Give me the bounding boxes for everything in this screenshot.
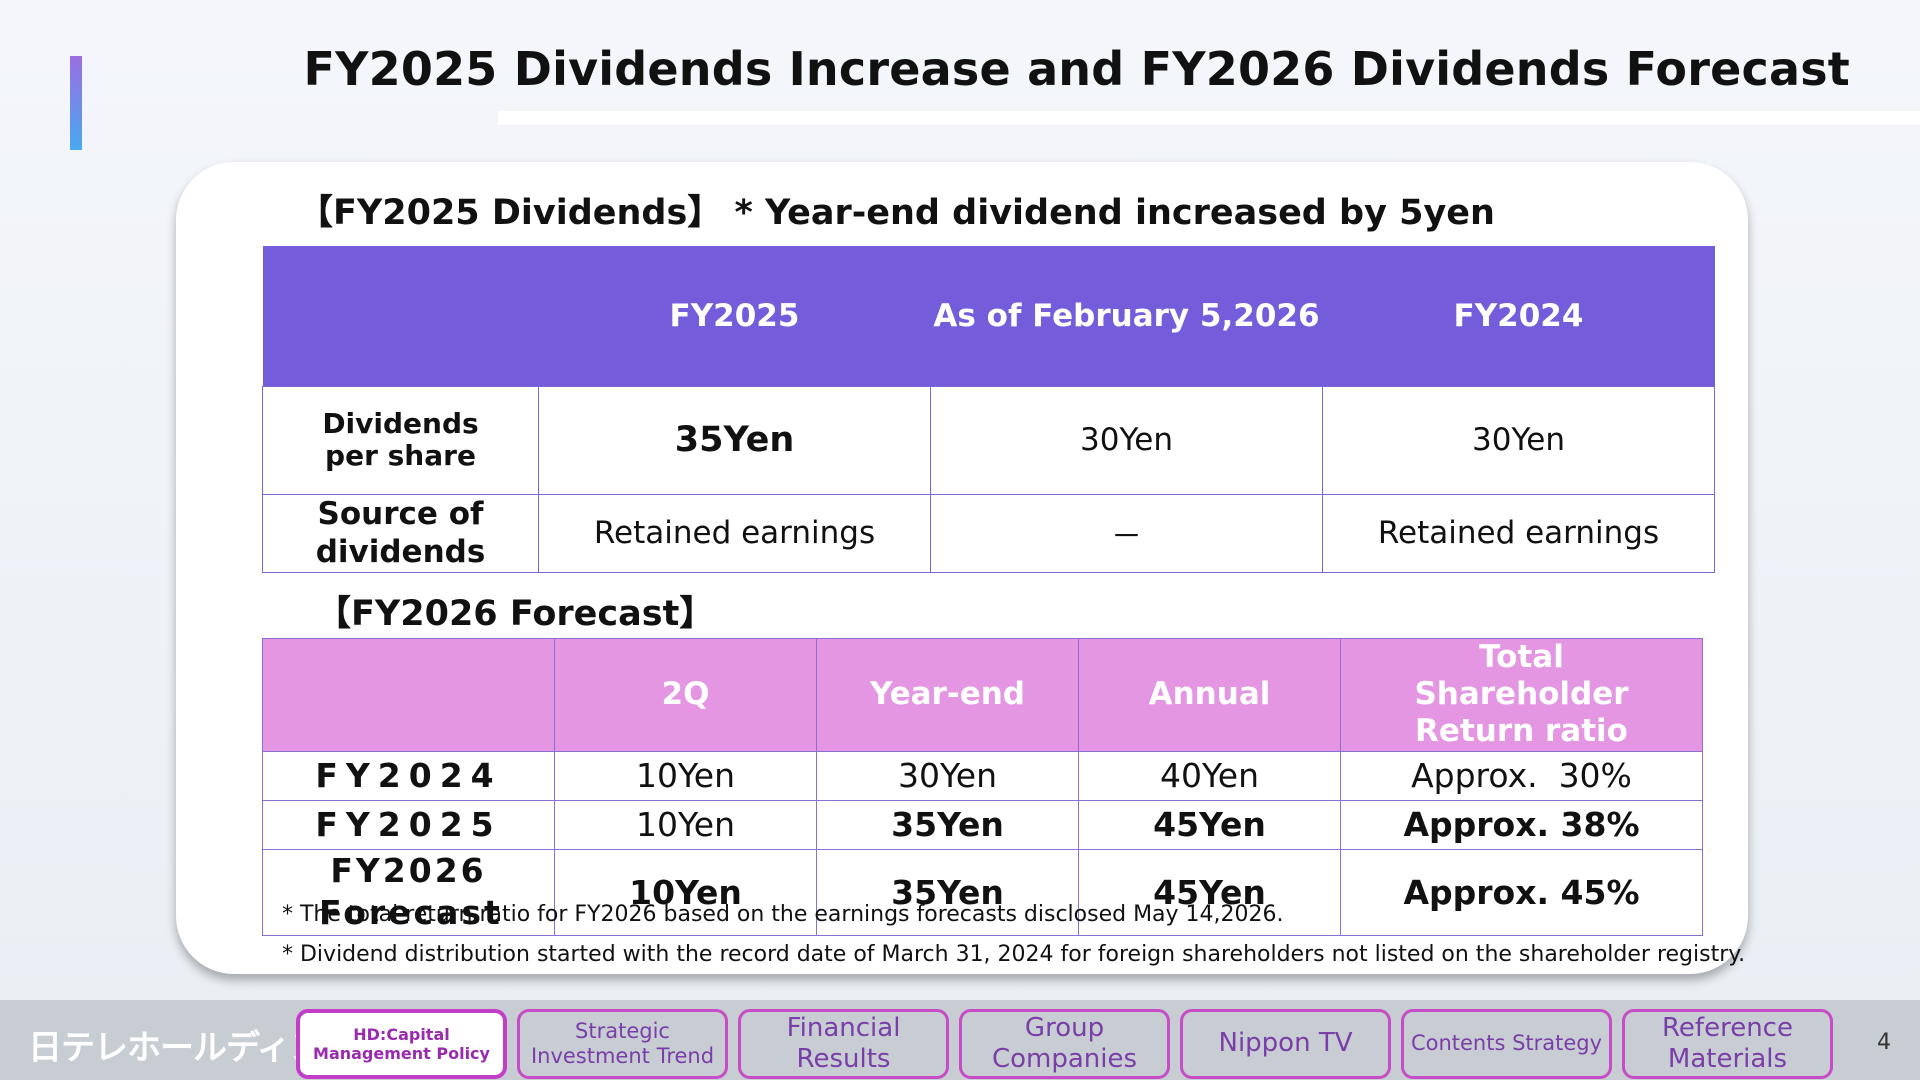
table-header-row: 2Q Year-end Annual Total Shareholder Ret… [262,638,1703,752]
footnote: * Dividend distribution started with the… [282,942,1746,967]
column-header [262,246,539,386]
table-cell: Retained earnings [538,493,931,573]
row-label: Source of dividends [262,493,539,573]
nav-tab-nippon-tv[interactable]: Nippon TV [1180,1009,1391,1079]
table-row: Dividends per share 35Yen 30Yen 30Yen [262,385,1715,495]
table-cell: － [930,493,1323,573]
table-cell: 30Yen [816,750,1079,801]
nav-tab-label: Reference Materials [1662,1012,1793,1074]
table-cell: 10Yen [554,799,817,850]
row-label: FY2024 [262,750,555,801]
title-underline [498,111,1920,125]
column-header: As of February 5,2026 [930,246,1323,386]
column-header: FY2024 [1322,246,1715,386]
nav-tab-label: Strategic Investment Trend [530,1018,715,1068]
nav-tab-label: Nippon TV [1218,1028,1353,1059]
column-header: Total Shareholder Return ratio [1340,638,1703,752]
table-cell: 45Yen [1078,799,1341,850]
column-header: FY2025 [538,246,931,386]
table-cell: 30Yen [930,385,1323,495]
row-label: FY2025 [262,799,555,850]
nav-tab-group-companies[interactable]: Group Companies [959,1009,1170,1079]
table-header-row: FY2025 As of February 5,2026 FY2024 [262,246,1715,386]
nav-tab-label: HD:Capital Management Policy [313,1024,490,1063]
table-cell: 35Yen [816,799,1079,850]
table-row: FY2024 10Yen 30Yen 40Yen Approx. 30% [262,750,1703,801]
row-label: Dividends per share [262,385,539,495]
nav-tab-capital-management-policy[interactable]: HD:Capital Management Policy [296,1009,507,1079]
fy2026-forecast-table: 2Q Year-end Annual Total Shareholder Ret… [262,638,1703,937]
column-header [262,638,555,752]
nav-tab-strategic-investment-trend[interactable]: Strategic Investment Trend [517,1009,728,1079]
table-row: Source of dividends Retained earnings － … [262,493,1715,573]
nav-tab-label: Contents Strategy [1410,1031,1603,1056]
table-cell: 35Yen [538,385,931,495]
column-header: Year-end [816,638,1079,752]
table-cell: Approx. 38% [1340,799,1703,850]
section1-heading: 【FY2025 Dividends】 * Year-end dividend i… [298,193,1495,233]
title-accent-bar [70,56,82,150]
table-cell: Approx. 30% [1340,750,1703,801]
table-cell: Retained earnings [1322,493,1715,573]
nav-tab-contents-strategy[interactable]: Contents Strategy [1401,1009,1612,1079]
table-row: FY2025 10Yen 35Yen 45Yen Approx. 38% [262,799,1703,850]
table-cell: 10Yen [554,750,817,801]
nav-tab-label: Group Companies [991,1012,1138,1074]
nav-tab-reference-materials[interactable]: Reference Materials [1622,1009,1833,1079]
section2-heading: 【FY2026 Forecast】 [316,594,715,634]
table-cell: 40Yen [1078,750,1341,801]
nav-tab-financial-results[interactable]: Financial Results [738,1009,949,1079]
table-cell: 30Yen [1322,385,1715,495]
fy2025-dividends-table: FY2025 As of February 5,2026 FY2024 Divi… [262,246,1715,573]
column-header: 2Q [554,638,817,752]
page-title: FY2025 Dividends Increase and FY2026 Div… [303,42,1850,96]
column-header: Annual [1078,638,1341,752]
page-number: 4 [1877,1030,1891,1055]
table-cell: Approx. 45% [1340,848,1703,937]
footnote: * The total return ratio for FY2026 base… [282,902,1284,927]
nav-tab-label: Financial Results [786,1012,901,1074]
